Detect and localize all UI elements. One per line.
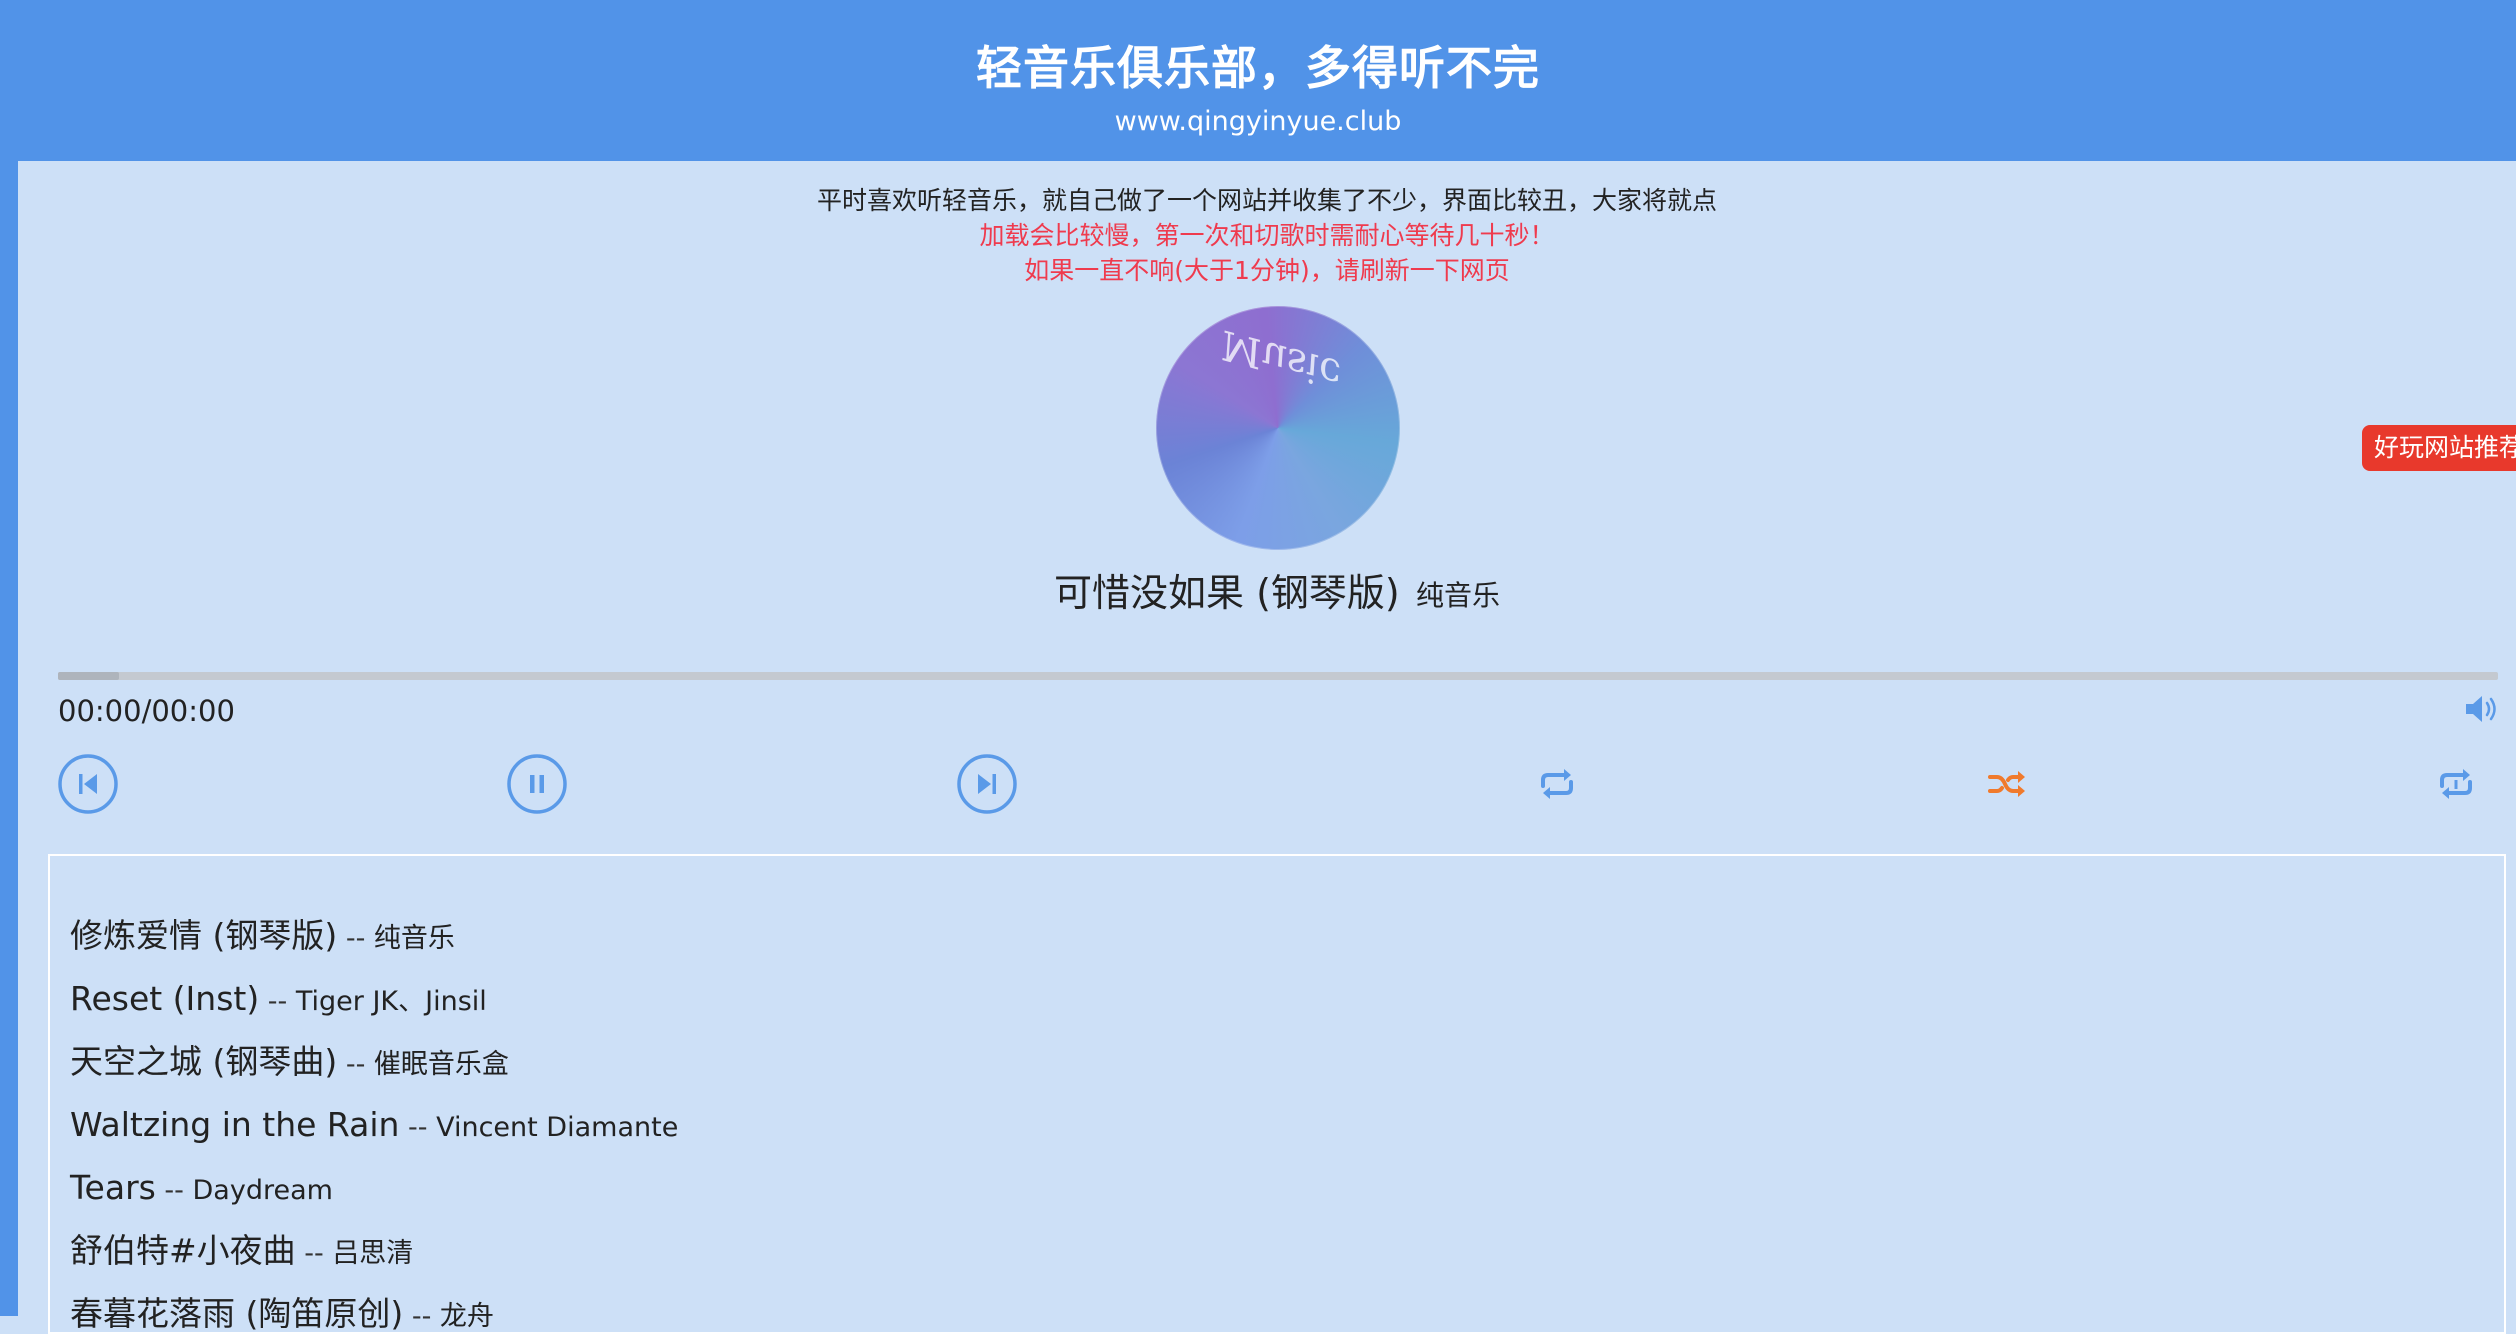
repeat-one-icon [2440,769,2472,799]
playlist-item-separator: -- [337,923,374,954]
playlist-item-separator: -- [259,986,296,1017]
playlist-item[interactable]: Reset (Inst) -- Tiger JK、Jinsil [70,967,678,1030]
playlist-item-title: 修炼爱情 (钢琴版) [70,916,338,955]
playlist-list: 修炼爱情 (钢琴版) -- 纯音乐 Reset (Inst) -- Tiger … [70,904,678,1333]
site-title: 轻音乐俱乐部，多得听不完 [976,41,1540,95]
shuffle-icon [1988,771,2025,797]
time-display: 00:00/00:00 [58,694,235,728]
prev-button[interactable] [57,753,119,815]
playlist-item-title: 天空之城 (钢琴曲) [70,1042,338,1081]
playlist-item[interactable]: 春暮花落雨 (陶笛原创) -- 龙舟 [70,1282,678,1333]
next-button[interactable] [956,753,1018,815]
playlist-item-separator: -- [155,1175,193,1206]
playlist-item[interactable]: Tears -- Daydream [70,1156,678,1219]
playlist-item-title: Tears [70,1168,156,1207]
notice-line-3: 如果一直不响(大于1分钟)，请刷新一下网页 [1024,256,1510,285]
album-art: Music [1156,306,1400,550]
playlist-item-artist: 吕思清 [332,1238,414,1269]
shuffle-button[interactable] [1976,753,2038,815]
skip-forward-icon [957,754,1017,814]
playlist-item-separator: -- [403,1301,440,1332]
album-art-text: Music [1215,320,1347,398]
skip-back-icon [58,754,118,814]
site-header: 轻音乐俱乐部，多得听不完 www.qingyinyue.club [0,0,2516,161]
playlist-item[interactable]: Waltzing in the Rain -- Vincent Diamante [70,1093,678,1156]
pause-button[interactable] [506,753,568,815]
playlist-item-separator: -- [295,1238,333,1269]
progress-bar[interactable] [58,672,2498,680]
repeat-button[interactable] [1526,753,1588,815]
playlist-item-title: Reset (Inst) [70,979,260,1018]
playlist-item[interactable]: 天空之城 (钢琴曲) -- 催眠音乐盒 [70,1030,678,1093]
notice-line-1: 平时喜欢听轻音乐，就自己做了一个网站并收集了不少，界面比较丑，大家将就点 [816,186,1717,215]
playlist-item-title: 春暮花落雨 (陶笛原创) [70,1294,404,1333]
notice-line-2: 加载会比较慢，第一次和切歌时需耐心等待几十秒！ [979,221,1555,250]
repeat-one-button[interactable] [2425,753,2487,815]
playlist-item-artist: 催眠音乐盒 [373,1049,509,1080]
playlist-item-artist: Vincent Diamante [436,1112,679,1143]
notice: 平时喜欢听轻音乐，就自己做了一个网站并收集了不少，界面比较丑，大家将就点 加载会… [18,183,2516,288]
playlist-item-artist: 纯音乐 [373,923,455,954]
progress-fill [58,672,119,680]
playlist-item-artist: 龙舟 [439,1301,494,1332]
recommend-sites-badge[interactable]: 好玩网站推荐 [2362,425,2516,471]
playlist-item-artist: Daydream [192,1175,333,1206]
playlist-item-separator: -- [337,1049,374,1080]
playlist-item[interactable]: 修炼爱情 (钢琴版) -- 纯音乐 [70,904,678,967]
volume-icon[interactable] [2462,692,2502,726]
site-url[interactable]: www.qingyinyue.club [0,104,2516,140]
playlist-item-artist: Tiger JK、Jinsil [295,986,487,1017]
playlist-item-title: Waltzing in the Rain [70,1105,400,1144]
pause-icon [507,754,567,814]
now-playing-artist: 纯音乐 [1416,579,1501,612]
playlist-item-separator: -- [399,1112,437,1143]
playlist-item[interactable]: 舒伯特#小夜曲 -- 吕思清 [70,1219,678,1282]
now-playing-title: 可惜没如果 (钢琴版) [1054,571,1400,615]
playlist: 修炼爱情 (钢琴版) -- 纯音乐 Reset (Inst) -- Tiger … [48,854,2506,1334]
repeat-icon [1541,769,1573,799]
left-accent-bar [0,161,18,1316]
playlist-item-title: 舒伯特#小夜曲 [70,1231,296,1270]
